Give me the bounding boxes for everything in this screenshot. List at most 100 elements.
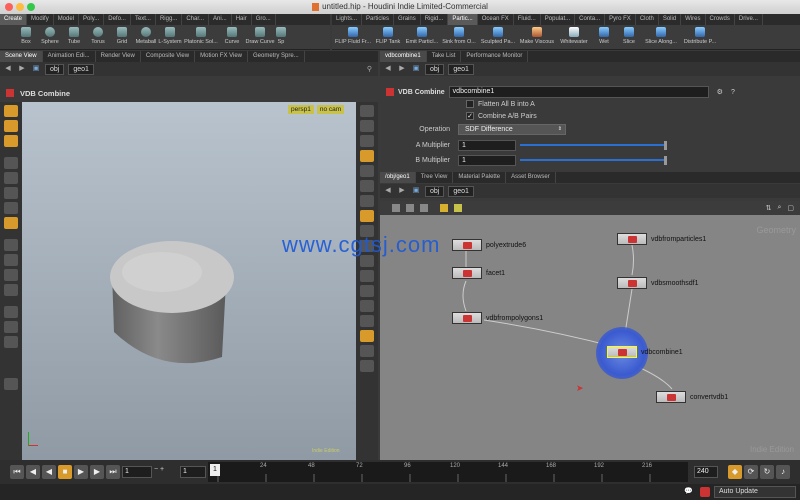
tab-composite-view[interactable]: Composite View <box>141 51 196 62</box>
shelf-tab[interactable]: Defo... <box>104 14 131 25</box>
shelf-tool-draw-curve[interactable]: Draw Curve <box>244 25 276 49</box>
sticky-note-icon[interactable] <box>440 204 448 212</box>
grid-mode-icon[interactable] <box>420 204 428 212</box>
combine-pairs-checkbox[interactable]: ✓ <box>466 112 474 120</box>
tab-motion-fx-view[interactable]: Motion FX View <box>195 51 249 62</box>
pose-tool-icon[interactable] <box>4 202 18 214</box>
flatten-checkbox[interactable] <box>466 100 474 108</box>
tab-animation-editor[interactable]: Animation Edi... <box>43 51 96 62</box>
shelf-tab[interactable]: Text... <box>131 14 156 25</box>
shelf-tool-torus[interactable]: Torus <box>86 25 110 49</box>
skip-end-icon[interactable]: ⏭ <box>106 465 120 479</box>
shelf-tab[interactable]: Rigg... <box>156 14 183 25</box>
shelf-tab[interactable]: Wires <box>681 14 706 25</box>
a-multiplier-slider-handle[interactable] <box>664 140 667 150</box>
align-icon[interactable]: ⇅ <box>766 204 772 212</box>
wireframe-icon[interactable] <box>360 120 374 132</box>
scene-viewport[interactable]: persp1 no cam Indie Edition <box>22 102 356 460</box>
display-options-icon[interactable] <box>360 105 374 117</box>
b-multiplier-slider-handle[interactable] <box>664 155 667 165</box>
shelf-tab[interactable]: Poly... <box>79 14 105 25</box>
network-icon[interactable]: ▣ <box>411 186 421 196</box>
zoom-window-button[interactable] <box>27 3 35 11</box>
shelf-tab[interactable]: Model <box>54 14 80 25</box>
uv-icon[interactable] <box>360 270 374 282</box>
tab-geometry-spreadsheet[interactable]: Geometry Spre... <box>248 51 305 62</box>
shelf-tool-slice-along[interactable]: Slice Along... <box>642 25 680 49</box>
a-multiplier-slider[interactable] <box>520 144 664 146</box>
shelf-tab[interactable]: Pyro FX <box>605 14 636 25</box>
play-icon[interactable]: ▶ <box>74 465 88 479</box>
gear-icon[interactable]: ⚙ <box>717 88 723 96</box>
shelf-tab[interactable]: Create <box>0 14 28 25</box>
shelf-tab[interactable]: Cloth <box>636 14 659 25</box>
select-tool-icon[interactable] <box>4 105 18 117</box>
auto-update-menu[interactable]: Auto Update <box>714 486 796 498</box>
node-vdbfrompolygons1[interactable]: vdbfrompolygons1 <box>452 312 543 324</box>
timeline-track[interactable]: 1 24 48 72 96 120 144 168 192 216 <box>208 462 688 482</box>
path-crumb-obj[interactable]: obj <box>425 185 445 197</box>
step-back-icon[interactable]: ◀ <box>26 465 40 479</box>
render-region-icon[interactable] <box>4 321 18 333</box>
magnet-icon[interactable] <box>4 284 18 296</box>
error-icon[interactable] <box>700 487 710 497</box>
flipbook-icon[interactable] <box>4 336 18 348</box>
home-icon[interactable] <box>360 330 374 342</box>
frame-step-buttons[interactable]: − + <box>154 466 164 473</box>
shelf-tab[interactable]: Drive... <box>735 14 763 25</box>
camera-menu[interactable]: persp1 <box>288 105 314 114</box>
shelf-tab[interactable]: Grains <box>394 14 421 25</box>
node-vdbfromparticles1[interactable]: vdbfromparticles1 <box>617 233 706 245</box>
shelf-tool-sphere[interactable]: Sphere <box>38 25 62 49</box>
shelf-tool-slice[interactable]: Slice <box>616 25 642 49</box>
help-icon[interactable]: ? <box>731 89 735 96</box>
ghost-icon[interactable] <box>360 180 374 192</box>
forward-arrow-icon[interactable]: ▶ <box>397 186 407 196</box>
shelf-tool-sink[interactable]: Sink from O... <box>440 25 478 49</box>
view-tool-icon[interactable] <box>4 306 18 318</box>
shelf-tab[interactable]: Hair <box>232 14 252 25</box>
network-icon[interactable]: ▣ <box>31 64 41 74</box>
forward-arrow-icon[interactable]: ▶ <box>397 64 407 74</box>
shelf-tool-box[interactable]: Box <box>14 25 38 49</box>
back-arrow-icon[interactable]: ◀ <box>3 64 13 74</box>
shelf-tab[interactable]: Gro... <box>252 14 276 25</box>
node-facet1[interactable]: facet1 <box>452 267 505 279</box>
camera-icon[interactable] <box>360 165 374 177</box>
shelf-tool-emit-particle[interactable]: Emit Particl... <box>404 25 440 49</box>
shelf-tab[interactable]: Modify <box>27 14 54 25</box>
node-convertvdb1[interactable]: convertvdb1 <box>656 391 728 403</box>
node-vdbsmoothsdf1[interactable]: vdbsmoothsdf1 <box>617 277 698 289</box>
shelf-tab[interactable]: Ocean FX <box>478 14 514 25</box>
realtime-icon[interactable]: ⟳ <box>744 465 758 479</box>
shelf-tab[interactable]: Populat... <box>541 14 576 25</box>
step-forward-icon[interactable]: ▶ <box>90 465 104 479</box>
shelf-tool-spiral[interactable]: Sp <box>276 25 286 49</box>
tab-asset-browser[interactable]: Asset Browser <box>506 172 556 183</box>
tab-take-list[interactable]: Take List <box>427 51 462 62</box>
shelf-tool-sculpted[interactable]: Sculpted Pa... <box>478 25 518 49</box>
back-arrow-icon[interactable]: ◀ <box>383 64 393 74</box>
snap-grid-icon[interactable] <box>4 239 18 251</box>
shelf-tool-distribute[interactable]: Distribute P... <box>680 25 720 49</box>
back-arrow-icon[interactable]: ◀ <box>383 186 393 196</box>
move-tool-icon[interactable] <box>4 157 18 169</box>
skip-start-icon[interactable]: ⏮ <box>10 465 24 479</box>
cam-menu[interactable]: no cam <box>316 105 345 114</box>
list-mode-icon[interactable] <box>392 204 400 212</box>
stop-icon[interactable]: ■ <box>58 465 72 479</box>
rotate-tool-icon[interactable] <box>4 172 18 184</box>
shelf-tab[interactable]: Crowds <box>706 14 735 25</box>
shelf-tool-whitewater[interactable]: Whitewater <box>556 25 592 49</box>
shelf-tool-tube[interactable]: Tube <box>62 25 86 49</box>
scale-tool-icon[interactable] <box>4 187 18 199</box>
bounding-box-icon[interactable] <box>360 285 374 297</box>
current-frame-field[interactable]: 1 <box>122 466 152 478</box>
shelf-tool-grid[interactable]: Grid <box>110 25 134 49</box>
start-frame-field[interactable]: 1 <box>180 466 206 478</box>
minimize-window-button[interactable] <box>16 3 24 11</box>
forward-arrow-icon[interactable]: ▶ <box>17 64 27 74</box>
shelf-tab[interactable]: Lights... <box>332 14 363 25</box>
node-vdbcombine1[interactable]: vdbcombine1 <box>607 346 683 358</box>
shelf-tool-flip-tank[interactable]: FLIP Tank <box>372 25 404 49</box>
